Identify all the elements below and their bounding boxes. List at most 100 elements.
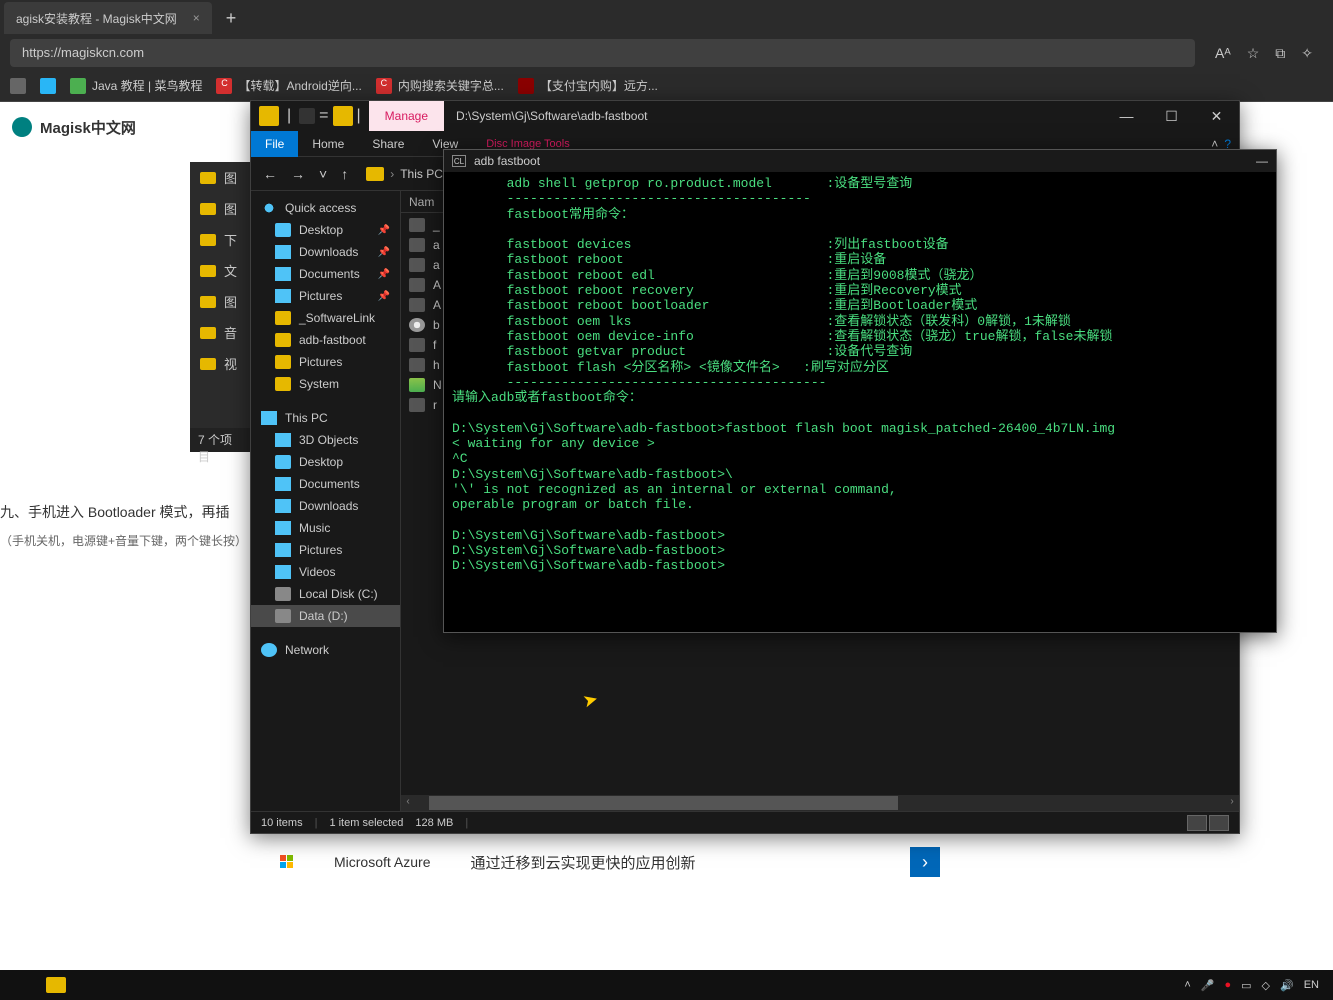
bookmark-item[interactable]: Java 教程 | 菜鸟教程 [70, 77, 202, 94]
tray-battery-icon[interactable]: ▭ [1241, 979, 1251, 992]
ribbon-share[interactable]: Share [358, 131, 418, 157]
sidebar-item-downloads[interactable]: Downloads📌 [251, 241, 400, 263]
tray-wifi-icon[interactable]: ◇ [1262, 979, 1270, 992]
forward-button[interactable]: → [287, 166, 309, 182]
breadcrumb-text[interactable]: This PC [400, 167, 443, 181]
sidebar-item[interactable]: Downloads [251, 495, 400, 517]
folder-icon[interactable] [259, 106, 279, 126]
sidebar-this-pc[interactable]: This PC [251, 407, 400, 429]
sidebar-item-adbfastboot[interactable]: adb-fastboot [251, 329, 400, 351]
folder-icon [366, 167, 384, 181]
3d-icon [275, 433, 291, 447]
dropdown-history-icon[interactable]: ˅ [315, 166, 331, 182]
address-input[interactable]: https://magiskcn.com [10, 39, 1195, 67]
body-text: 九、手机进入 Bootloader 模式，再插 [0, 502, 247, 522]
sidebar-item-documents[interactable]: Documents📌 [251, 263, 400, 285]
sidebar-network[interactable]: Network [251, 639, 400, 661]
file-icon [409, 298, 425, 312]
back-button[interactable]: ← [259, 166, 281, 182]
sidebar-item[interactable]: Pictures [251, 539, 400, 561]
pin-icon: 📌 [378, 291, 390, 302]
pin-icon: 📌 [378, 269, 390, 280]
scroll-thumb[interactable] [429, 796, 898, 810]
desktop-icon [275, 455, 291, 469]
maximize-button[interactable]: ☐ [1149, 101, 1194, 131]
file-icon [409, 238, 425, 252]
azure-arrow-button[interactable]: › [910, 847, 940, 877]
panel-footer: 7 个项目 [190, 428, 250, 452]
status-items: 10 items [261, 817, 303, 829]
file-icon [409, 358, 425, 372]
tray-ime[interactable]: EN [1304, 979, 1319, 991]
folder-icon[interactable] [333, 106, 353, 126]
sidebar-item[interactable]: Music [251, 517, 400, 539]
sidebar-item[interactable]: 3D Objects [251, 429, 400, 451]
new-tab-button[interactable]: + [216, 8, 247, 29]
sidebar-item[interactable]: Local Disk (C:) [251, 583, 400, 605]
terminal-titlebar[interactable]: CL adb fastboot — [444, 150, 1276, 172]
sidebar-item-system[interactable]: System [251, 373, 400, 395]
sidebar-item-pictures[interactable]: Pictures📌 [251, 285, 400, 307]
explorer-titlebar[interactable]: | = | Manage D:\System\Gj\Software\adb-f… [251, 101, 1239, 131]
bookmark-item[interactable]: 【支付宝内购】远方... [518, 77, 658, 94]
tab-title: agisk安装教程 - Magisk中文网 [16, 10, 177, 27]
bookmarks-bar: Java 教程 | 菜鸟教程 C【转载】Android逆向... C内购搜索关键… [0, 70, 1333, 102]
qat-item[interactable] [299, 108, 315, 124]
file-icon [409, 338, 425, 352]
sidebar-item[interactable]: Videos [251, 561, 400, 583]
status-size: 128 MB [415, 817, 453, 829]
explorer-sidebar[interactable]: Quick access Desktop📌 Downloads📌 Documen… [251, 191, 401, 811]
up-button[interactable]: ↑ [337, 166, 352, 182]
collections-icon[interactable]: ⧉ [1275, 45, 1285, 62]
close-button[interactable]: ✕ [1194, 101, 1239, 131]
ribbon-home[interactable]: Home [298, 131, 358, 157]
tray-mic-icon[interactable]: 🎤 [1201, 979, 1215, 992]
browser-tab-active[interactable]: agisk安装教程 - Magisk中文网 × [4, 2, 212, 34]
pc-icon [261, 411, 277, 425]
downloads-icon [275, 245, 291, 259]
documents-icon [275, 477, 291, 491]
sidebar-item-pictures2[interactable]: Pictures [251, 351, 400, 373]
minimize-button[interactable]: — [1104, 101, 1149, 131]
tab-close-icon[interactable]: × [193, 11, 200, 25]
disk-icon [275, 587, 291, 601]
reader-icon[interactable]: Aᴬ [1215, 45, 1231, 62]
addons-icon[interactable]: ✧ [1301, 45, 1313, 62]
sidebar-item-data-d[interactable]: Data (D:) [251, 605, 400, 627]
file-icon [409, 278, 425, 292]
sidebar-item-swlink[interactable]: _SoftwareLink [251, 307, 400, 329]
scroll-left-icon[interactable]: ‹ [401, 796, 415, 810]
favorite-icon[interactable]: ☆ [1247, 45, 1260, 62]
scroll-right-icon[interactable]: › [1225, 796, 1239, 810]
tray-volume-icon[interactable]: 🔊 [1280, 979, 1294, 992]
terminal-title: adb fastboot [474, 154, 540, 168]
azure-banner[interactable]: Microsoft Azure 通过迁移到云实现更快的应用创新 ☁ › [260, 832, 960, 892]
pin-icon: 📌 [378, 225, 390, 236]
view-large-button[interactable] [1209, 815, 1229, 831]
sidebar-item[interactable]: Documents [251, 473, 400, 495]
music-icon [275, 521, 291, 535]
bookmark-item[interactable] [40, 78, 56, 94]
tray-rec-icon[interactable]: ● [1224, 979, 1231, 991]
pictures-icon [275, 289, 291, 303]
ribbon-file[interactable]: File [251, 131, 298, 157]
bookmark-item[interactable] [10, 78, 26, 94]
sidebar-quick-access[interactable]: Quick access [251, 197, 400, 219]
tray-up-icon[interactable]: ˄ [1184, 979, 1190, 991]
view-details-button[interactable] [1187, 815, 1207, 831]
start-button[interactable] [8, 971, 40, 999]
terminal-window: CL adb fastboot — adb shell getprop ro.p… [443, 149, 1277, 633]
console-icon: CL [452, 155, 466, 167]
terminal-output[interactable]: adb shell getprop ro.product.model :设备型号… [444, 172, 1276, 632]
bookmark-item[interactable]: C【转载】Android逆向... [216, 77, 361, 94]
sidebar-item-desktop[interactable]: Desktop📌 [251, 219, 400, 241]
horizontal-scrollbar[interactable]: ‹ › [401, 795, 1239, 811]
bookmark-item[interactable]: C内购搜索关键字总... [376, 77, 504, 94]
sidebar-item[interactable]: Desktop [251, 451, 400, 473]
minimize-button[interactable]: — [1256, 154, 1268, 168]
browser-tabs: agisk安装教程 - Magisk中文网 × + [0, 0, 1333, 36]
taskbar-file-explorer[interactable] [40, 971, 72, 999]
manage-tab[interactable]: Manage [369, 101, 444, 131]
qat-divider: | [283, 107, 295, 125]
address-actions: Aᴬ ☆ ⧉ ✧ [1205, 45, 1323, 62]
